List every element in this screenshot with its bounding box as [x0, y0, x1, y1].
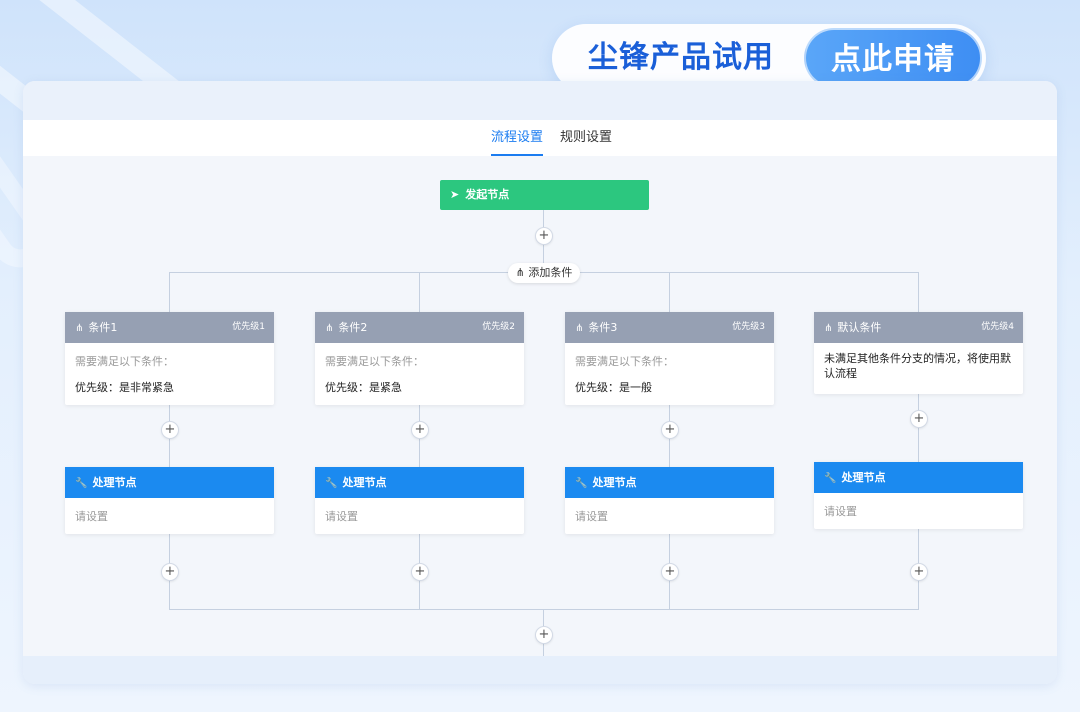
condition-card-1[interactable]: ⋔ 条件1 优先级1 需要满足以下条件： 优先级：是非常紧急 [65, 312, 274, 405]
add-node-button[interactable]: + [411, 421, 429, 439]
process-body: 请设置 [315, 498, 524, 534]
condition-title: 条件2 [338, 321, 368, 334]
condition-header: ⋔ 默认条件 优先级4 [814, 312, 1023, 343]
process-node-2[interactable]: 🔧 处理节点 请设置 [315, 467, 524, 534]
condition-card-default[interactable]: ⋔ 默认条件 优先级4 未满足其他条件分支的情况，将使用默认流程 [814, 312, 1023, 394]
flow-canvas: ➤ 发起节点 + ⋔ 添加条件 ⋔ 条件1 优先级1 需要满足以下条件： 优先级：是… [23, 156, 1057, 656]
process-body: 请设置 [565, 498, 774, 534]
process-title: 处理节点 [342, 476, 387, 489]
process-hint: 请设置 [575, 510, 608, 523]
add-condition-label: 添加条件 [528, 266, 573, 279]
send-icon: ➤ [450, 188, 460, 201]
condition-card-3[interactable]: ⋔ 条件3 优先级3 需要满足以下条件： 优先级：是一般 [565, 312, 774, 405]
workflow-panel: 流程设置 规则设置 ➤ 发起节点 + ⋔ 添加条件 ⋔ 条件1 优先级1 需要满足以… [23, 81, 1057, 684]
condition-body: 需要满足以下条件： 优先级：是一般 [565, 343, 774, 405]
priority-label: 优先级2 [482, 322, 515, 332]
add-node-button[interactable]: + [535, 227, 553, 245]
condition-subtitle: 需要满足以下条件： [325, 355, 424, 368]
condition-body: 需要满足以下条件： 优先级：是紧急 [315, 343, 524, 405]
add-node-button[interactable]: + [910, 563, 928, 581]
wrench-icon: 🔧 [75, 478, 88, 489]
process-body: 请设置 [65, 498, 274, 534]
tab-rule-settings[interactable]: 规则设置 [560, 120, 612, 156]
condition-header: ⋔ 条件2 优先级2 [315, 312, 524, 343]
add-node-button[interactable]: + [161, 421, 179, 439]
process-hint: 请设置 [824, 505, 857, 518]
add-node-button[interactable]: + [535, 626, 553, 644]
add-node-button[interactable]: + [661, 563, 679, 581]
condition-rule: 未满足其他条件分支的情况，将使用默认流程 [824, 352, 1011, 380]
start-node-label: 发起节点 [465, 188, 510, 201]
condition-rule: 优先级：是一般 [575, 381, 652, 394]
condition-body: 未满足其他条件分支的情况，将使用默认流程 [814, 343, 1023, 391]
start-node[interactable]: ➤ 发起节点 [440, 180, 649, 210]
process-title: 处理节点 [841, 471, 886, 484]
branch-icon: ⋔ [575, 323, 584, 334]
add-condition-button[interactable]: ⋔ 添加条件 [508, 263, 580, 283]
panel-footer-strip [23, 656, 1057, 684]
branch-icon: ⋔ [325, 323, 334, 334]
panel-header-strip [23, 81, 1057, 120]
process-header: 🔧 处理节点 [65, 467, 274, 498]
add-node-button[interactable]: + [661, 421, 679, 439]
condition-rule: 优先级：是非常紧急 [75, 381, 174, 394]
add-node-button[interactable]: + [910, 410, 928, 428]
condition-title: 条件1 [88, 321, 118, 334]
connector-line [169, 609, 919, 610]
priority-label: 优先级3 [732, 322, 765, 332]
tab-flow-settings[interactable]: 流程设置 [491, 120, 544, 156]
process-header: 🔧 处理节点 [565, 467, 774, 498]
tab-bar: 流程设置 规则设置 [23, 120, 1057, 156]
add-node-button[interactable]: + [411, 563, 429, 581]
condition-subtitle: 需要满足以下条件： [75, 355, 174, 368]
branch-icon: ⋔ [515, 266, 525, 279]
condition-title: 条件3 [588, 321, 618, 334]
wrench-icon: 🔧 [824, 473, 837, 484]
process-node-3[interactable]: 🔧 处理节点 请设置 [565, 467, 774, 534]
add-node-button[interactable]: + [161, 563, 179, 581]
process-header: 🔧 处理节点 [315, 467, 524, 498]
branch-icon: ⋔ [824, 323, 833, 334]
wrench-icon: 🔧 [575, 478, 588, 489]
condition-body: 需要满足以下条件： 优先级：是非常紧急 [65, 343, 274, 405]
priority-label: 优先级1 [232, 322, 265, 332]
process-node-4[interactable]: 🔧 处理节点 请设置 [814, 462, 1023, 529]
condition-header: ⋔ 条件3 优先级3 [565, 312, 774, 343]
condition-rule: 优先级：是紧急 [325, 381, 402, 394]
branch-icon: ⋔ [75, 323, 84, 334]
condition-title: 默认条件 [837, 321, 882, 334]
process-hint: 请设置 [75, 510, 108, 523]
wrench-icon: 🔧 [325, 478, 338, 489]
process-hint: 请设置 [325, 510, 358, 523]
process-title: 处理节点 [592, 476, 637, 489]
condition-card-2[interactable]: ⋔ 条件2 优先级2 需要满足以下条件： 优先级：是紧急 [315, 312, 524, 405]
process-title: 处理节点 [92, 476, 137, 489]
apply-button[interactable]: 点此申请 [804, 28, 982, 88]
process-body: 请设置 [814, 493, 1023, 529]
condition-header: ⋔ 条件1 优先级1 [65, 312, 274, 343]
process-header: 🔧 处理节点 [814, 462, 1023, 493]
priority-label: 优先级4 [981, 322, 1014, 332]
process-node-1[interactable]: 🔧 处理节点 请设置 [65, 467, 274, 534]
condition-subtitle: 需要满足以下条件： [575, 355, 674, 368]
